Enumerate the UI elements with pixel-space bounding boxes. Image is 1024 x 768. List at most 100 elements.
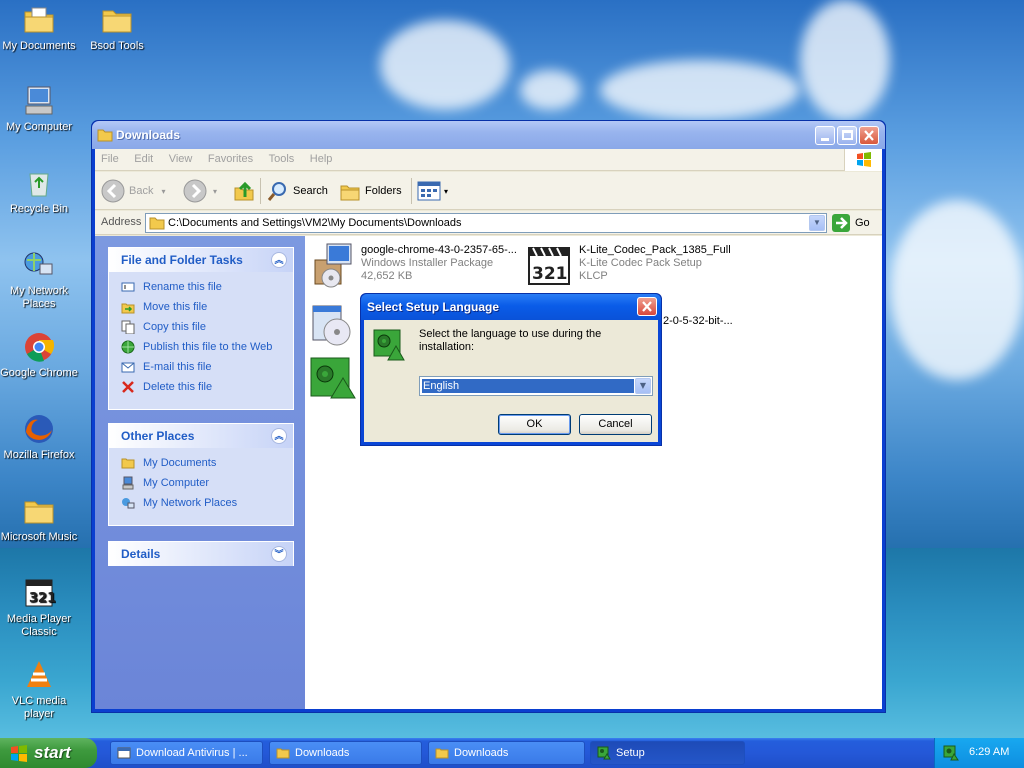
ok-button[interactable]: OK xyxy=(498,414,571,435)
place-my-computer[interactable]: My Computer xyxy=(109,473,293,493)
chrome-icon xyxy=(22,330,56,364)
file-type: Windows Installer Package xyxy=(361,257,494,269)
task-delete[interactable]: Delete this file xyxy=(109,377,293,397)
views-button[interactable]: ▾ xyxy=(417,178,448,204)
forward-button[interactable]: ▾ xyxy=(183,178,217,204)
file-item-cd-setup[interactable] xyxy=(309,300,359,350)
back-button[interactable]: Back ▾ xyxy=(101,178,165,204)
dialog-message: Select the language to use during the in… xyxy=(419,328,602,353)
cloud xyxy=(800,0,890,120)
folders-icon xyxy=(340,185,360,201)
place-my-network-places[interactable]: My Network Places xyxy=(109,493,293,513)
folder-icon xyxy=(121,458,135,469)
expand-chevron-icon[interactable]: ︾ xyxy=(271,546,287,562)
cloud xyxy=(520,70,580,110)
setup-gear-icon xyxy=(310,357,356,399)
desktop-icon-my-computer[interactable]: My Computer xyxy=(0,84,78,134)
desktop-icon-recycle-bin[interactable]: Recycle Bin xyxy=(0,166,78,216)
desktop-icon-vlc-media-player[interactable]: VLC media player xyxy=(0,658,78,721)
taskbar-item-label: Download Antivirus | ... xyxy=(136,747,248,759)
task-label: Copy this file xyxy=(143,321,206,333)
desktop-icon-microsoft-music[interactable]: Microsoft Music xyxy=(0,494,78,544)
maximize-button[interactable] xyxy=(837,126,857,145)
installer-package-icon xyxy=(314,243,352,288)
address-label: Address xyxy=(101,216,142,228)
file-item-chrome-installer[interactable]: google-chrome-43-0-2357-65-... Windows I… xyxy=(309,242,529,292)
menu-edit[interactable]: Edit xyxy=(128,149,159,165)
search-label: Search xyxy=(293,185,328,197)
go-button[interactable]: Go xyxy=(832,214,870,232)
computer-icon xyxy=(22,84,56,118)
start-label: start xyxy=(34,743,71,762)
desktop-icon-media-player-classic[interactable]: 321 Media Player Classic xyxy=(0,576,78,639)
up-folder-icon xyxy=(234,181,254,201)
panel-header[interactable]: Details ︾ xyxy=(109,542,293,566)
back-arrow-icon xyxy=(101,179,125,203)
cloud xyxy=(890,200,1024,380)
start-button[interactable]: start xyxy=(0,738,97,768)
network-icon xyxy=(122,498,135,509)
task-email[interactable]: E-mail this file xyxy=(109,357,293,377)
vlc-icon xyxy=(22,658,56,692)
file-type: K-Lite Codec Pack Setup xyxy=(579,257,702,269)
menu-favorites[interactable]: Favorites xyxy=(202,149,259,165)
email-icon xyxy=(121,362,135,373)
file-item-klite-codec[interactable]: 321 K-Lite_Codec_Pack_1385_Full K-Lite C… xyxy=(527,242,747,292)
search-icon xyxy=(267,182,286,201)
task-rename[interactable]: Rename this file xyxy=(109,277,293,297)
panel-header[interactable]: File and Folder Tasks ︽ xyxy=(109,248,293,272)
file-folder-tasks-panel: File and Folder Tasks ︽ Rename this file… xyxy=(108,247,294,410)
language-select[interactable]: English ▼ xyxy=(419,376,653,396)
minimize-button[interactable] xyxy=(815,126,835,145)
file-item-partial-name[interactable]: 2-0-5-32-bit-... xyxy=(663,315,733,328)
cancel-button[interactable]: Cancel xyxy=(579,414,652,435)
file-item-setup-exe[interactable] xyxy=(309,356,359,406)
task-publish[interactable]: Publish this file to the Web xyxy=(109,337,293,357)
address-dropdown-button[interactable]: ▼ xyxy=(809,215,825,231)
task-copy[interactable]: Copy this file xyxy=(109,317,293,337)
collapse-chevron-icon[interactable]: ︽ xyxy=(271,252,287,268)
chevron-down-icon: ▾ xyxy=(213,186,218,196)
svg-text:321: 321 xyxy=(29,591,56,606)
desktop-icon-my-documents[interactable]: My Documents xyxy=(0,3,78,53)
close-button[interactable] xyxy=(859,126,879,145)
folder-icon xyxy=(276,748,290,759)
folders-button[interactable]: Folders xyxy=(339,178,402,204)
up-folder-button[interactable] xyxy=(233,178,255,204)
task-move[interactable]: Move this file xyxy=(109,297,293,317)
menu-tools[interactable]: Tools xyxy=(263,149,301,165)
cloud xyxy=(380,20,510,110)
menu-file[interactable]: File xyxy=(95,149,125,165)
taskbar-item-download-antivirus[interactable]: Download Antivirus | ... xyxy=(110,741,263,765)
menu-help[interactable]: Help xyxy=(304,149,339,165)
taskbar-item-downloads-2[interactable]: Downloads xyxy=(428,741,585,765)
panel-header[interactable]: Other Places ︽ xyxy=(109,424,293,448)
address-bar: Address C:\Documents and Settings\VM2\My… xyxy=(95,211,882,235)
rename-icon xyxy=(121,282,135,292)
window-titlebar[interactable]: Downloads xyxy=(92,121,885,149)
collapse-chevron-icon[interactable]: ︽ xyxy=(271,428,287,444)
dialog-close-button[interactable] xyxy=(637,297,657,316)
menu-bar: File Edit View Favorites Tools Help xyxy=(95,149,882,171)
desktop-icon-google-chrome[interactable]: Google Chrome xyxy=(0,330,78,380)
chevron-down-icon[interactable]: ▼ xyxy=(635,378,651,394)
menu-view[interactable]: View xyxy=(163,149,199,165)
desktop-icon-bsod-tools[interactable]: Bsod Tools xyxy=(78,3,156,53)
setup-tray-icon[interactable] xyxy=(943,745,959,761)
go-label: Go xyxy=(855,217,870,229)
browser-window-icon xyxy=(117,747,131,759)
desktop-icon-my-network-places[interactable]: My Network Places xyxy=(0,248,78,311)
details-panel: Details ︾ xyxy=(108,541,294,566)
desktop-icon-mozilla-firefox[interactable]: Mozilla Firefox xyxy=(0,412,78,462)
taskbar-item-label: Setup xyxy=(616,747,645,759)
dialog-titlebar[interactable]: Select Setup Language xyxy=(361,294,661,320)
place-my-documents[interactable]: My Documents xyxy=(109,453,293,473)
address-input[interactable]: C:\Documents and Settings\VM2\My Documen… xyxy=(145,213,827,233)
clock[interactable]: 6:29 AM xyxy=(969,746,1009,758)
toolbar-separator xyxy=(411,178,412,204)
desktop-icon-label: Media Player Classic xyxy=(6,613,72,638)
taskbar-item-downloads-1[interactable]: Downloads xyxy=(269,741,422,765)
folder-icon xyxy=(149,217,165,230)
taskbar-item-setup[interactable]: Setup xyxy=(590,741,745,765)
search-button[interactable]: Search xyxy=(267,178,328,204)
